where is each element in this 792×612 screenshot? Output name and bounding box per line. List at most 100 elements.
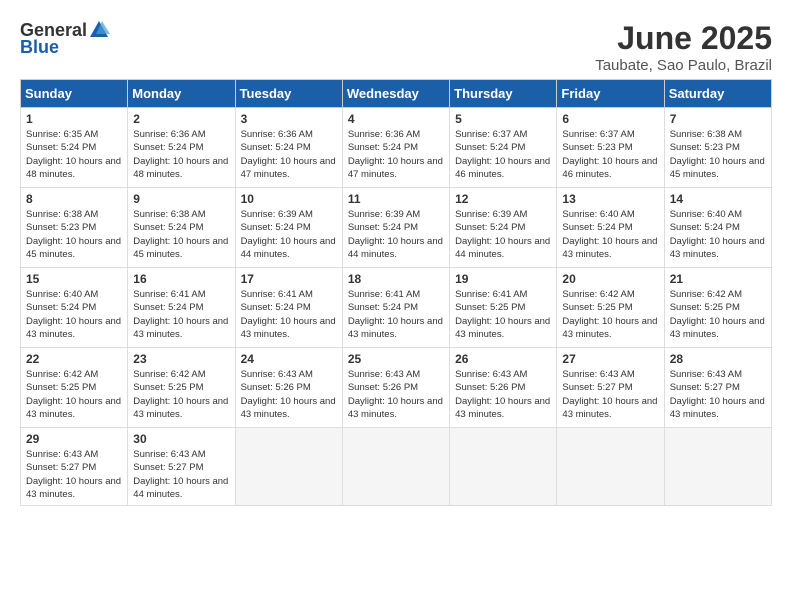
day-number: 14 bbox=[670, 192, 766, 206]
day-info: Sunrise: 6:42 AMSunset: 5:25 PMDaylight:… bbox=[670, 288, 766, 341]
table-row bbox=[450, 428, 557, 506]
day-number: 24 bbox=[241, 352, 337, 366]
day-number: 5 bbox=[455, 112, 551, 126]
day-number: 6 bbox=[562, 112, 658, 126]
day-info: Sunrise: 6:37 AMSunset: 5:23 PMDaylight:… bbox=[562, 128, 658, 181]
day-info: Sunrise: 6:36 AMSunset: 5:24 PMDaylight:… bbox=[348, 128, 444, 181]
col-friday: Friday bbox=[557, 80, 664, 108]
day-info: Sunrise: 6:42 AMSunset: 5:25 PMDaylight:… bbox=[26, 368, 122, 421]
title-block: June 2025 Taubate, Sao Paulo, Brazil bbox=[595, 20, 772, 74]
table-row: 23 Sunrise: 6:42 AMSunset: 5:25 PMDayligh… bbox=[128, 348, 235, 428]
table-row: 30Sunrise: 6:43 AMSunset: 5:27 PMDayligh… bbox=[128, 428, 235, 506]
day-number: 17 bbox=[241, 272, 337, 286]
table-row: 19Sunrise: 6:41 AMSunset: 5:25 PMDayligh… bbox=[450, 268, 557, 348]
day-info: Sunrise: 6:41 AMSunset: 5:24 PMDaylight:… bbox=[133, 288, 229, 341]
table-row: 13 Sunrise: 6:40 AMSunset: 5:24 PMDayligh… bbox=[557, 188, 664, 268]
day-info: Sunrise: 6:39 AMSunset: 5:24 PMDaylight:… bbox=[348, 208, 444, 261]
col-tuesday: Tuesday bbox=[235, 80, 342, 108]
table-row: 26 Sunrise: 6:43 AMSunset: 5:26 PMDayligh… bbox=[450, 348, 557, 428]
table-row: 25Sunrise: 6:43 AMSunset: 5:26 PMDayligh… bbox=[342, 348, 449, 428]
day-info: Sunrise: 6:38 AMSunset: 5:23 PMDaylight:… bbox=[26, 208, 122, 261]
page-header: General Blue June 2025 Taubate, Sao Paul… bbox=[10, 10, 782, 79]
day-number: 18 bbox=[348, 272, 444, 286]
table-row: 17 Sunrise: 6:41 AMSunset: 5:24 PMDayligh… bbox=[235, 268, 342, 348]
day-number: 27 bbox=[562, 352, 658, 366]
day-info: Sunrise: 6:35 AMSunset: 5:24 PMDaylight:… bbox=[26, 128, 122, 181]
col-wednesday: Wednesday bbox=[342, 80, 449, 108]
table-row: 15Sunrise: 6:40 AMSunset: 5:24 PMDayligh… bbox=[21, 268, 128, 348]
day-number: 28 bbox=[670, 352, 766, 366]
day-info: Sunrise: 6:43 AMSunset: 5:26 PMDaylight:… bbox=[348, 368, 444, 421]
col-sunday: Sunday bbox=[21, 80, 128, 108]
table-row: 28 Sunrise: 6:43 AMSunset: 5:27 PMDayligh… bbox=[664, 348, 771, 428]
day-info: Sunrise: 6:42 AMSunset: 5:25 PMDaylight:… bbox=[562, 288, 658, 341]
day-info: Sunrise: 6:42 AMSunset: 5:25 PMDaylight:… bbox=[133, 368, 229, 421]
table-row: 29Sunrise: 6:43 AMSunset: 5:27 PMDayligh… bbox=[21, 428, 128, 506]
calendar-week-row: 15Sunrise: 6:40 AMSunset: 5:24 PMDayligh… bbox=[21, 268, 772, 348]
table-row: 2 Sunrise: 6:36 AMSunset: 5:24 PMDaylight… bbox=[128, 108, 235, 188]
table-row: 16 Sunrise: 6:41 AMSunset: 5:24 PMDayligh… bbox=[128, 268, 235, 348]
table-row: 8Sunrise: 6:38 AMSunset: 5:23 PMDaylight… bbox=[21, 188, 128, 268]
day-info: Sunrise: 6:39 AMSunset: 5:24 PMDaylight:… bbox=[241, 208, 337, 261]
col-monday: Monday bbox=[128, 80, 235, 108]
table-row: 21 Sunrise: 6:42 AMSunset: 5:25 PMDayligh… bbox=[664, 268, 771, 348]
day-info: Sunrise: 6:36 AMSunset: 5:24 PMDaylight:… bbox=[133, 128, 229, 181]
day-info: Sunrise: 6:43 AMSunset: 5:27 PMDaylight:… bbox=[670, 368, 766, 421]
table-row: 12 Sunrise: 6:39 AMSunset: 5:24 PMDayligh… bbox=[450, 188, 557, 268]
calendar-week-row: 22 Sunrise: 6:42 AMSunset: 5:25 PMDayligh… bbox=[21, 348, 772, 428]
day-number: 21 bbox=[670, 272, 766, 286]
day-number: 15 bbox=[26, 272, 122, 286]
table-row: 24 Sunrise: 6:43 AMSunset: 5:26 PMDayligh… bbox=[235, 348, 342, 428]
day-info: Sunrise: 6:41 AMSunset: 5:24 PMDaylight:… bbox=[348, 288, 444, 341]
month-title: June 2025 bbox=[595, 20, 772, 57]
calendar-week-row: 29Sunrise: 6:43 AMSunset: 5:27 PMDayligh… bbox=[21, 428, 772, 506]
table-row: 5 Sunrise: 6:37 AMSunset: 5:24 PMDaylight… bbox=[450, 108, 557, 188]
calendar-week-row: 8Sunrise: 6:38 AMSunset: 5:23 PMDaylight… bbox=[21, 188, 772, 268]
day-info: Sunrise: 6:43 AMSunset: 5:27 PMDaylight:… bbox=[562, 368, 658, 421]
day-number: 13 bbox=[562, 192, 658, 206]
table-row: 3Sunrise: 6:36 AMSunset: 5:24 PMDaylight… bbox=[235, 108, 342, 188]
table-row: 22 Sunrise: 6:42 AMSunset: 5:25 PMDayligh… bbox=[21, 348, 128, 428]
day-number: 19 bbox=[455, 272, 551, 286]
table-row bbox=[235, 428, 342, 506]
table-row: 27 Sunrise: 6:43 AMSunset: 5:27 PMDayligh… bbox=[557, 348, 664, 428]
day-number: 3 bbox=[241, 112, 337, 126]
day-number: 2 bbox=[133, 112, 229, 126]
day-info: Sunrise: 6:40 AMSunset: 5:24 PMDaylight:… bbox=[562, 208, 658, 261]
table-row: 4 Sunrise: 6:36 AMSunset: 5:24 PMDaylight… bbox=[342, 108, 449, 188]
day-number: 9 bbox=[133, 192, 229, 206]
day-number: 20 bbox=[562, 272, 658, 286]
calendar-header-row: Sunday Monday Tuesday Wednesday Thursday… bbox=[21, 80, 772, 108]
location: Taubate, Sao Paulo, Brazil bbox=[595, 57, 772, 74]
day-info: Sunrise: 6:39 AMSunset: 5:24 PMDaylight:… bbox=[455, 208, 551, 261]
calendar-table: Sunday Monday Tuesday Wednesday Thursday… bbox=[20, 79, 772, 506]
day-number: 23 bbox=[133, 352, 229, 366]
table-row: 11 Sunrise: 6:39 AMSunset: 5:24 PMDayligh… bbox=[342, 188, 449, 268]
day-info: Sunrise: 6:41 AMSunset: 5:24 PMDaylight:… bbox=[241, 288, 337, 341]
day-number: 11 bbox=[348, 192, 444, 206]
table-row: 18 Sunrise: 6:41 AMSunset: 5:24 PMDayligh… bbox=[342, 268, 449, 348]
day-number: 7 bbox=[670, 112, 766, 126]
table-row: 14 Sunrise: 6:40 AMSunset: 5:24 PMDayligh… bbox=[664, 188, 771, 268]
day-info: Sunrise: 6:40 AMSunset: 5:24 PMDaylight:… bbox=[670, 208, 766, 261]
logo-icon bbox=[88, 19, 110, 41]
calendar-week-row: 1Sunrise: 6:35 AMSunset: 5:24 PMDaylight… bbox=[21, 108, 772, 188]
day-number: 12 bbox=[455, 192, 551, 206]
col-thursday: Thursday bbox=[450, 80, 557, 108]
day-number: 10 bbox=[241, 192, 337, 206]
table-row: 10 Sunrise: 6:39 AMSunset: 5:24 PMDayligh… bbox=[235, 188, 342, 268]
logo: General Blue bbox=[20, 20, 110, 58]
table-row: 1Sunrise: 6:35 AMSunset: 5:24 PMDaylight… bbox=[21, 108, 128, 188]
day-number: 4 bbox=[348, 112, 444, 126]
day-info: Sunrise: 6:38 AMSunset: 5:24 PMDaylight:… bbox=[133, 208, 229, 261]
day-info: Sunrise: 6:43 AMSunset: 5:27 PMDaylight:… bbox=[133, 448, 229, 501]
day-number: 26 bbox=[455, 352, 551, 366]
day-number: 22 bbox=[26, 352, 122, 366]
day-info: Sunrise: 6:43 AMSunset: 5:26 PMDaylight:… bbox=[241, 368, 337, 421]
day-info: Sunrise: 6:43 AMSunset: 5:26 PMDaylight:… bbox=[455, 368, 551, 421]
day-info: Sunrise: 6:37 AMSunset: 5:24 PMDaylight:… bbox=[455, 128, 551, 181]
day-info: Sunrise: 6:38 AMSunset: 5:23 PMDaylight:… bbox=[670, 128, 766, 181]
table-row bbox=[557, 428, 664, 506]
day-number: 16 bbox=[133, 272, 229, 286]
table-row bbox=[664, 428, 771, 506]
